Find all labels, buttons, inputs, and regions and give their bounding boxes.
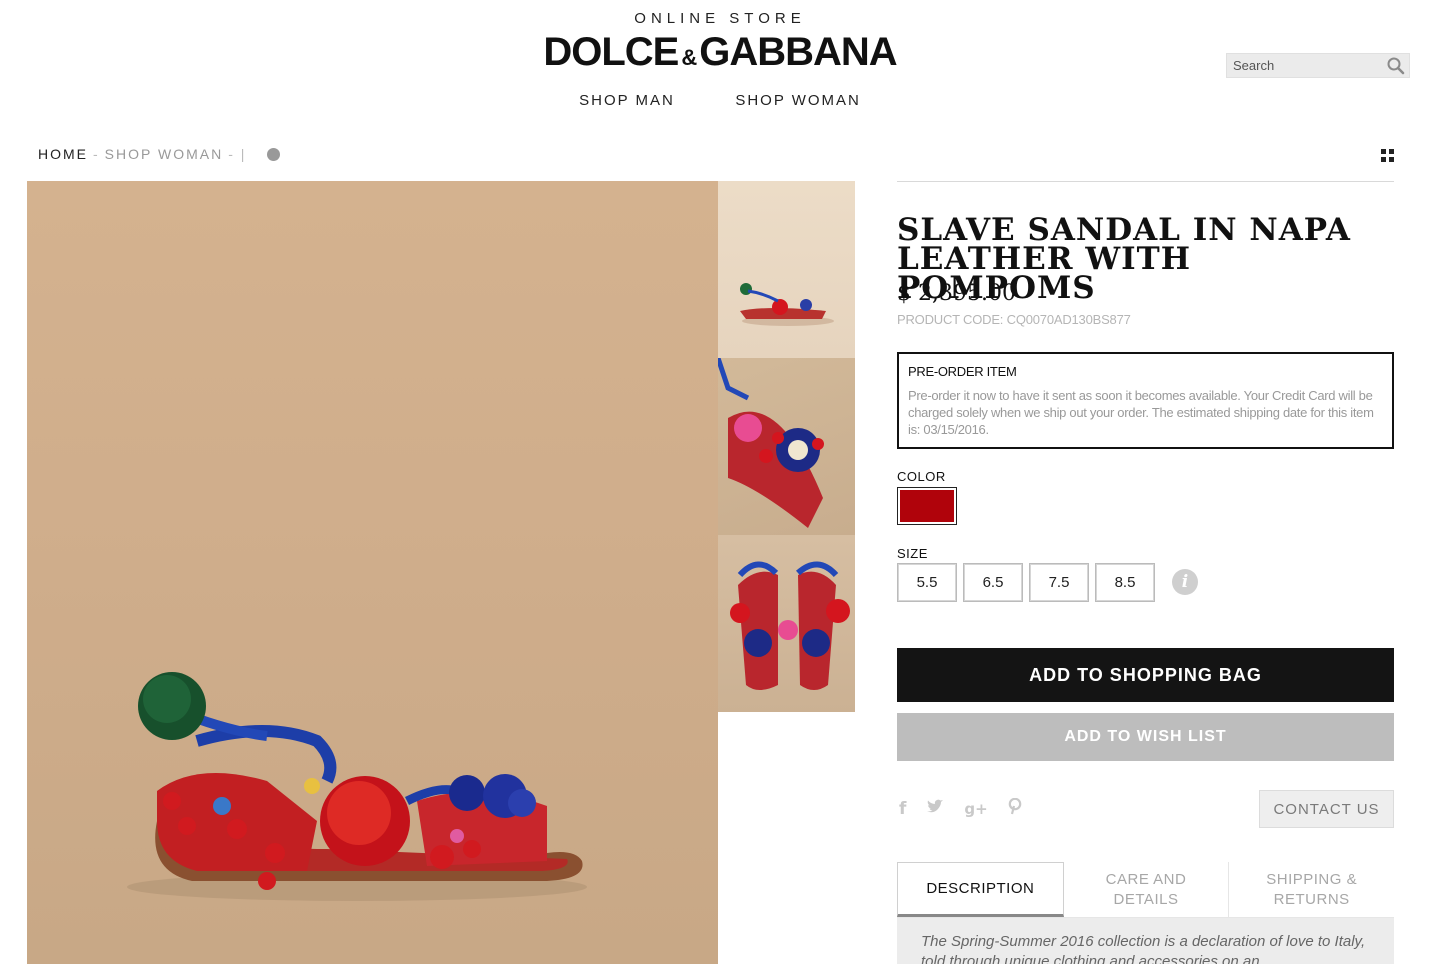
logo-gabbana: GABBANA xyxy=(699,30,897,74)
contact-us-button[interactable]: CONTACT US xyxy=(1259,790,1394,828)
twitter-icon[interactable] xyxy=(926,799,944,819)
thumbnail-2[interactable] xyxy=(718,358,855,535)
color-swatch-fill xyxy=(900,490,954,522)
search-box xyxy=(1226,53,1410,78)
breadcrumb-shop-woman[interactable]: SHOP WOMAN xyxy=(105,146,224,162)
main-nav: SHOP MAN SHOP WOMAN xyxy=(0,92,1440,110)
color-swatch-red[interactable] xyxy=(897,487,957,525)
nav-shop-man[interactable]: SHOP MAN xyxy=(579,92,675,109)
logo-ampersand: & xyxy=(681,45,697,70)
size-option-8-5[interactable]: 8.5 xyxy=(1093,561,1157,604)
product-price: $ 2,395.00 xyxy=(897,281,1016,306)
tab-care-and-details[interactable]: CARE AND DETAILS xyxy=(1064,862,1230,917)
nav-shop-woman[interactable]: SHOP WOMAN xyxy=(735,92,861,109)
description-text: The Spring-Summer 2016 collection is a d… xyxy=(897,918,1394,964)
color-label: COLOR xyxy=(897,469,946,484)
tab-description[interactable]: DESCRIPTION xyxy=(897,862,1064,917)
brand-logo[interactable]: DOLCE &GABBANA xyxy=(0,30,1440,75)
facebook-icon[interactable]: f xyxy=(899,799,906,819)
size-options: 5.5 6.5 7.5 8.5 xyxy=(895,561,1161,604)
pinterest-icon[interactable] xyxy=(1008,797,1022,820)
breadcrumb-tail: - | xyxy=(228,146,247,162)
logo-dolce: DOLCE xyxy=(543,30,679,74)
grid-view-icon[interactable] xyxy=(1381,149,1394,162)
breadcrumb-separator: - xyxy=(93,146,100,162)
divider xyxy=(897,181,1394,182)
size-option-5-5[interactable]: 5.5 xyxy=(895,561,959,604)
add-to-wishlist-button[interactable]: ADD TO WISH LIST xyxy=(897,713,1394,761)
social-share: f g+ xyxy=(899,797,1042,820)
size-option-7-5[interactable]: 7.5 xyxy=(1027,561,1091,604)
preorder-text: Pre-order it now to have it sent as soon… xyxy=(908,388,1374,437)
main-product-image[interactable] xyxy=(27,181,718,964)
thumbnail-1[interactable] xyxy=(718,181,855,358)
google-plus-icon[interactable]: g+ xyxy=(964,800,987,818)
tab-shipping-returns[interactable]: SHIPPING & RETURNS xyxy=(1229,862,1394,917)
size-option-6-5[interactable]: 6.5 xyxy=(961,561,1025,604)
search-icon[interactable] xyxy=(1386,56,1406,76)
size-guide-info-icon[interactable]: i xyxy=(1172,569,1198,595)
breadcrumb: HOME - SHOP WOMAN - | xyxy=(38,146,281,162)
breadcrumb-dot-icon xyxy=(267,147,281,161)
product-tabs: DESCRIPTION CARE AND DETAILS SHIPPING & … xyxy=(897,862,1394,918)
preorder-title: PRE-ORDER ITEM xyxy=(908,364,1017,379)
breadcrumb-home[interactable]: HOME xyxy=(38,146,88,162)
thumbnail-3[interactable] xyxy=(718,535,855,712)
size-label: SIZE xyxy=(897,546,928,561)
search-input[interactable] xyxy=(1227,54,1387,77)
add-to-bag-button[interactable]: ADD TO SHOPPING BAG xyxy=(897,648,1394,702)
product-code: PRODUCT CODE: CQ0070AD130BS877 xyxy=(897,312,1131,327)
preorder-notice: PRE-ORDER ITEM Pre-order it now to have … xyxy=(897,352,1394,449)
online-store-label: ONLINE STORE xyxy=(634,10,806,27)
